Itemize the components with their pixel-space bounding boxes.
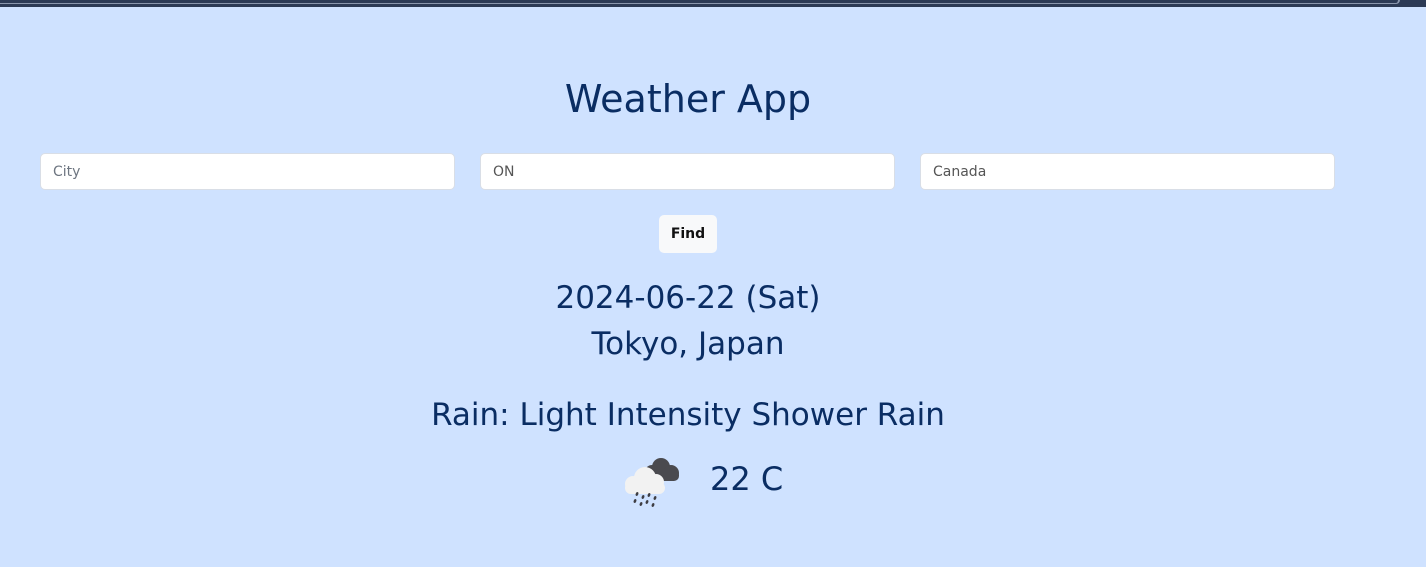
city-input[interactable] — [40, 153, 455, 190]
state-input[interactable] — [480, 153, 895, 190]
browser-top-bar — [0, 0, 1426, 7]
shower-rain-icon — [621, 452, 685, 512]
temperature-value: 22 C — [710, 460, 784, 498]
forecast-date: 2024-06-22 (Sat) — [555, 280, 821, 316]
browser-top-bar-edge — [0, 0, 1400, 4]
forecast-location: Tokyo, Japan — [591, 326, 785, 362]
find-button[interactable]: Find — [659, 215, 717, 253]
app-title: Weather App — [564, 77, 812, 121]
country-input[interactable] — [920, 153, 1335, 190]
weather-condition: Rain: Light Intensity Shower Rain — [431, 397, 945, 433]
